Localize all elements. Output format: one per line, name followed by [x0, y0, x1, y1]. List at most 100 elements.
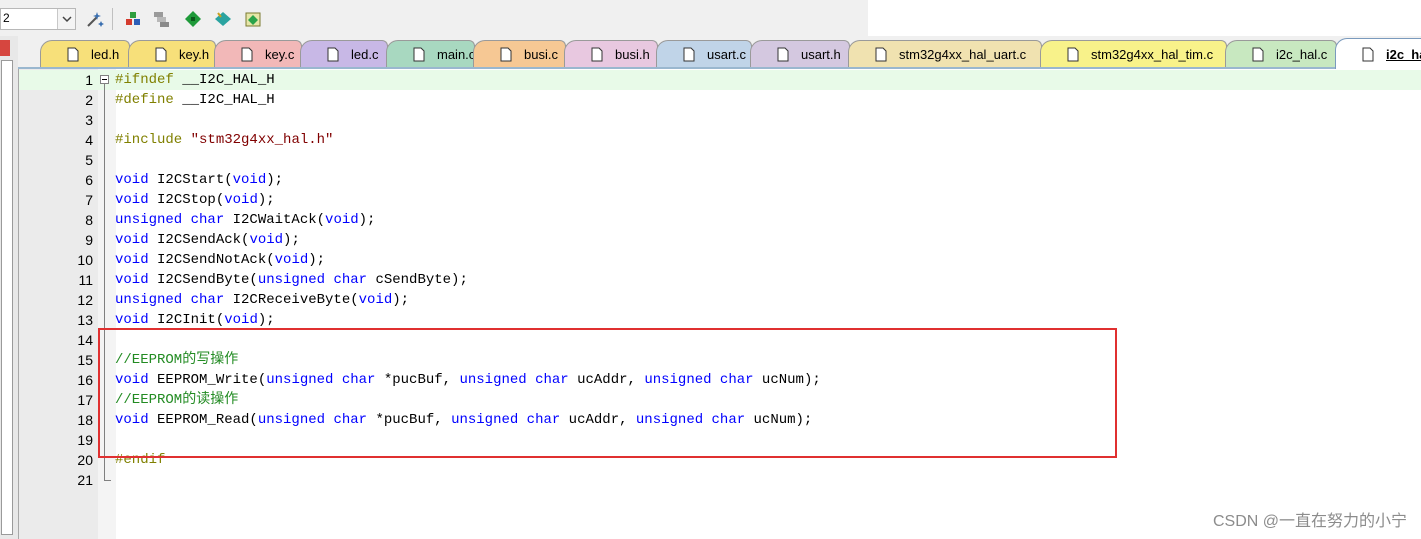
code-token: ); — [308, 252, 326, 268]
file-icon — [777, 47, 789, 61]
project-settings-icon[interactable] — [242, 8, 264, 30]
file-icon — [1067, 47, 1079, 61]
tab-busi-h[interactable]: busi.h — [564, 40, 658, 67]
line-number: 11 — [78, 272, 93, 288]
line-number: 10 — [77, 252, 93, 268]
tab-key-c[interactable]: key.c — [214, 40, 302, 67]
target-select-value: 2 — [3, 11, 10, 25]
code-token: ); — [392, 292, 410, 308]
highlight-box — [98, 328, 1117, 458]
panel-scroll[interactable] — [1, 60, 13, 535]
code-editor[interactable]: 1 #ifndef __I2C_HAL_H 2 #define __I2C_HAL_H… — [19, 69, 1421, 539]
code-line[interactable]: 3 — [19, 110, 1421, 130]
code-text: #ifndef __I2C_HAL_H — [115, 70, 275, 90]
code-token: I2CSendAck( — [148, 232, 250, 248]
code-line[interactable]: 1 #ifndef __I2C_HAL_H — [19, 70, 1421, 90]
tab-led-h[interactable]: led.h — [40, 40, 130, 67]
tab-label: usart.h — [801, 46, 841, 62]
tab-label: busi.c — [524, 46, 558, 62]
tab-main-c[interactable]: main.c — [386, 40, 475, 67]
code-line[interactable]: 9 void I2CSendAck(void); — [19, 230, 1421, 250]
tab-led-c[interactable]: led.c — [300, 40, 388, 67]
code-token: void — [115, 272, 149, 288]
tab-label: busi.h — [615, 46, 650, 62]
line-number: 17 — [77, 392, 93, 408]
diamond-green-icon[interactable] — [182, 8, 204, 30]
code-line[interactable]: 12 unsigned char I2CReceiveByte(void); — [19, 290, 1421, 310]
code-text: void I2CStop(void); — [115, 190, 275, 210]
code-token: ); — [283, 232, 300, 248]
code-line[interactable]: 21 — [19, 470, 1421, 490]
line-number: 18 — [77, 412, 93, 428]
code-text: void I2CInit(void); — [115, 310, 275, 330]
configure-wand-icon[interactable] — [84, 8, 106, 30]
tab-usart-c[interactable]: usart.c — [656, 40, 752, 67]
watermark: CSDN @一直在努力的小宁 — [1212, 513, 1407, 530]
code-line[interactable]: 11 void I2CSendByte(unsigned char cSendBy… — [19, 270, 1421, 290]
tab-label: stm32g4xx_hal_tim.c — [1091, 46, 1214, 62]
code-line[interactable]: 4 #include "stm32g4xx_hal.h" — [19, 130, 1421, 150]
code-token: I2CSendNotAck( — [148, 252, 275, 268]
fold-toggle-icon[interactable] — [100, 75, 109, 84]
line-number: 1 — [85, 72, 93, 88]
tab-stm32g4xx-hal-uart-c[interactable]: stm32g4xx_hal_uart.c — [848, 40, 1042, 67]
code-token: #include — [115, 132, 191, 148]
chevron-down-icon[interactable] — [57, 9, 75, 29]
code-token: void — [358, 292, 393, 308]
tab-usart-h[interactable]: usart.h — [750, 40, 850, 67]
project-panel-edge — [0, 36, 19, 539]
code-line[interactable]: 6 void I2CStart(void); — [19, 170, 1421, 190]
line-number: 6 — [85, 172, 93, 188]
file-icon — [591, 47, 603, 61]
line-number: 12 — [77, 292, 93, 308]
code-token: void — [115, 232, 149, 248]
code-token: void — [224, 192, 258, 208]
tab-i2c-hal-h[interactable]: i2c_hal.h — [1335, 38, 1421, 69]
code-line[interactable]: 2 #define __I2C_HAL_H — [19, 90, 1421, 110]
tab-label: key.c — [265, 46, 295, 62]
code-text: unsigned char I2CWaitAck(void); — [115, 210, 375, 230]
build-target-icon[interactable] — [150, 8, 172, 30]
tab-label: i2c_hal.h — [1386, 46, 1421, 62]
file-icon — [67, 47, 79, 61]
line-number: 13 — [77, 312, 93, 328]
code-text: void I2CSendNotAck(void); — [115, 250, 325, 270]
code-token: unsigned char — [115, 292, 225, 308]
diamond-teal-icon[interactable] — [212, 8, 234, 30]
code-line[interactable]: 8 unsigned char I2CWaitAck(void); — [19, 210, 1421, 230]
load-icon[interactable] — [122, 8, 144, 30]
line-number: 14 — [77, 332, 93, 348]
code-token: ); — [358, 212, 376, 228]
file-icon — [1252, 47, 1264, 61]
toolbar: 2 — [0, 0, 868, 37]
code-token: #ifndef — [115, 72, 183, 88]
tab-key-h[interactable]: key.h — [128, 40, 216, 67]
code-line[interactable]: 10 void I2CSendNotAck(void); — [19, 250, 1421, 270]
code-token: void — [115, 192, 149, 208]
code-line[interactable]: 5 — [19, 150, 1421, 170]
tab-i2c-hal-c[interactable]: i2c_hal.c — [1225, 40, 1337, 67]
code-text: void I2CSendAck(void); — [115, 230, 300, 250]
code-line[interactable]: 7 void I2CStop(void); — [19, 190, 1421, 210]
code-text: void I2CStart(void); — [115, 170, 283, 190]
code-token: __I2C_HAL_H — [182, 92, 275, 108]
code-line[interactable]: 13 void I2CInit(void); — [19, 310, 1421, 330]
code-text: #define __I2C_HAL_H — [115, 90, 275, 110]
line-number: 9 — [85, 232, 93, 248]
tab-busi-c[interactable]: busi.c — [473, 40, 566, 67]
code-token: I2CStop( — [148, 192, 225, 208]
tab-stm32g4xx-hal-tim-c[interactable]: stm32g4xx_hal_tim.c — [1040, 40, 1227, 67]
file-icon — [1362, 47, 1374, 61]
code-token: __I2C_HAL_H — [182, 72, 275, 88]
code-token: void — [224, 312, 258, 328]
target-select[interactable]: 2 — [0, 8, 76, 30]
code-token: I2CReceiveByte( — [224, 292, 359, 308]
line-number: 21 — [77, 472, 93, 488]
line-number: 15 — [77, 352, 93, 368]
code-token: ); — [257, 192, 275, 208]
code-token: cSendByte); — [367, 272, 468, 288]
code-text: unsigned char I2CReceiveByte(void); — [115, 290, 409, 310]
code-token: void — [115, 172, 149, 188]
code-text: void I2CSendByte(unsigned char cSendByte… — [115, 270, 468, 290]
code-token: void — [115, 312, 149, 328]
